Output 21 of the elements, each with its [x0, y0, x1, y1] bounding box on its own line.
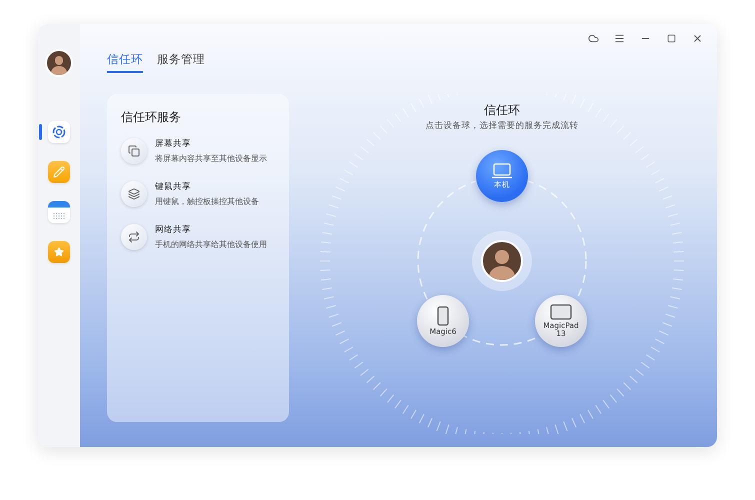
- trust-ring-app-icon[interactable]: [48, 121, 70, 143]
- keyboard-share-icon[interactable]: [121, 181, 147, 207]
- user-avatar[interactable]: [45, 49, 73, 77]
- screen-share-icon[interactable]: [121, 138, 147, 164]
- selection-indicator: [39, 124, 42, 140]
- service-description: 将屏幕内容共享至其他设备显示: [155, 153, 267, 164]
- card-title: 信任环服务: [121, 109, 182, 126]
- laptop-icon: [491, 162, 513, 179]
- service-name: 网络共享: [155, 224, 192, 236]
- ring-title: 信任环: [483, 102, 521, 119]
- service-description: 用键鼠，触控板操控其他设备: [155, 196, 259, 207]
- service-description: 手机的网络共享给其他设备使用: [155, 239, 267, 250]
- ring-subtitle: 点击设备球，选择需要的服务完成流转: [424, 120, 580, 132]
- network-share-icon[interactable]: [121, 224, 147, 250]
- phone-icon: [437, 306, 449, 326]
- service-name: 屏幕共享: [155, 138, 192, 150]
- service-name: 键鼠共享: [155, 181, 192, 193]
- tab[interactable]: 信任环: [107, 52, 143, 73]
- tab[interactable]: 服务管理: [157, 52, 205, 73]
- tablet-icon: [550, 304, 572, 320]
- calendar-app-icon[interactable]: [48, 201, 70, 223]
